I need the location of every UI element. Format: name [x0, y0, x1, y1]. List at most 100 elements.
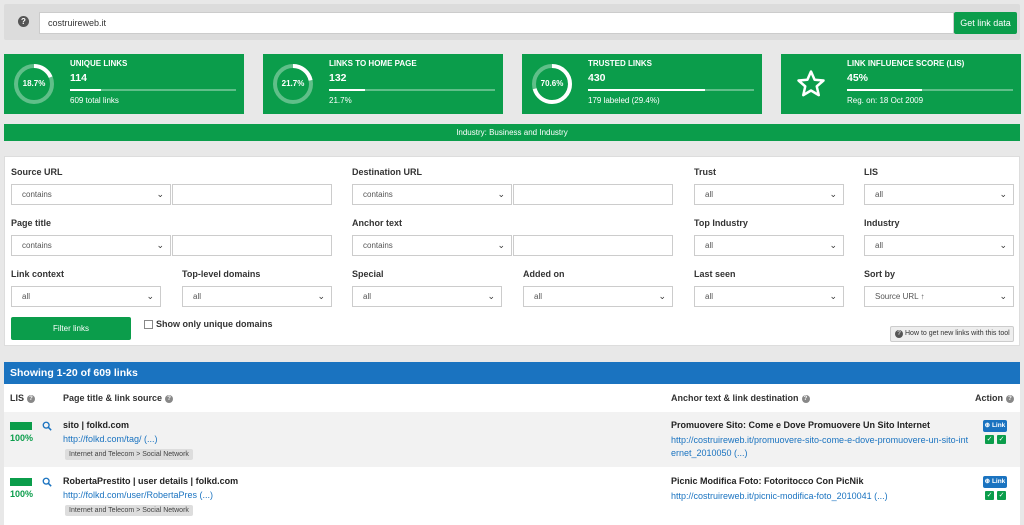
card-subtext: Reg. on: 18 Oct 2009	[847, 96, 924, 105]
industry-label: Industry	[864, 218, 900, 228]
chevron-down-icon: ⌄	[317, 291, 325, 301]
source-link[interactable]: http://folkd.com/tag/ (...)	[63, 434, 158, 444]
ring-percent-label: 21.7%	[281, 79, 305, 88]
get-link-data-button[interactable]: Get link data	[954, 12, 1017, 34]
column-label: Page title & link source	[63, 393, 163, 403]
chevron-down-icon: ⌄	[999, 291, 1007, 301]
link-context-label: Link context	[11, 269, 65, 279]
help-icon: ?	[801, 394, 810, 403]
top-level-domains-select[interactable]: all ⌄	[182, 286, 332, 307]
special-label: Special	[352, 269, 384, 279]
table-row: 100% RobertaPrestito | user details | fo…	[4, 468, 1020, 523]
special-select[interactable]: all ⌄	[352, 286, 502, 307]
card-label: LINKS TO HOME PAGE	[329, 59, 417, 68]
industry-banner: Industry: Business and Industry	[4, 124, 1020, 141]
chevron-down-icon: ⌄	[829, 240, 837, 250]
chevron-down-icon: ⌄	[999, 240, 1007, 250]
card-subtext: 21.7%	[329, 96, 352, 105]
trusted-links-card: 70.6% TRUSTED LINKS 430 179 labeled (29.…	[522, 54, 762, 114]
page-title: sito | folkd.com	[63, 420, 130, 430]
ring-percent-label: 70.6%	[540, 79, 564, 88]
url-input[interactable]	[39, 12, 954, 34]
table-row: 100% sito | folkd.com http://folkd.com/t…	[4, 412, 1020, 467]
link-action-button[interactable]: ⊕ Link	[983, 476, 1007, 488]
industry-select[interactable]: all ⌄	[864, 235, 1014, 256]
help-icon: ?	[27, 394, 36, 403]
card-label: UNIQUE LINKS	[70, 59, 128, 68]
page-title-input[interactable]	[172, 235, 332, 256]
top-industry-label: Top Industry	[694, 218, 748, 228]
destination-link[interactable]: http://costruireweb.it/promuovere-sito-c…	[671, 434, 969, 460]
filters-panel: Source URL contains ⌄ Destination URL con…	[4, 156, 1020, 346]
lis-label: LIS	[864, 167, 879, 177]
links-to-home-card: 21.7% LINKS TO HOME PAGE 132 21.7%	[263, 54, 503, 114]
anchor-text-mode-select[interactable]: contains ⌄	[352, 235, 512, 256]
filter-links-button[interactable]: Filter links	[11, 317, 131, 340]
chevron-down-icon: ⌄	[829, 291, 837, 301]
top-industry-select[interactable]: all ⌄	[694, 235, 844, 256]
card-value: 114	[70, 72, 87, 84]
search-icon[interactable]	[42, 477, 52, 487]
check-icon[interactable]: ✓	[985, 435, 994, 444]
sort-by-label: Sort by	[864, 269, 896, 279]
check-icon[interactable]: ✓	[985, 491, 994, 500]
column-page[interactable]: Page title & link source?	[63, 393, 174, 403]
chevron-down-icon: ⌄	[497, 189, 505, 199]
lis-select[interactable]: all ⌄	[864, 184, 1014, 205]
source-link[interactable]: http://folkd.com/user/RobertaPres (...)	[63, 490, 213, 500]
card-progress-bar	[588, 89, 754, 91]
how-to-get-new-links-button[interactable]: ? How to get new links with this tool	[890, 326, 1014, 342]
source-url-input[interactable]	[172, 184, 332, 205]
search-icon[interactable]	[42, 421, 52, 431]
star-icon	[781, 54, 841, 114]
destination-link[interactable]: http://costruireweb.it/picnic-modifica-f…	[671, 490, 969, 503]
chevron-down-icon: ⌄	[487, 291, 495, 301]
sort-by-select[interactable]: Source URL ↑ ⌄	[864, 286, 1014, 307]
chevron-down-icon: ⌄	[829, 189, 837, 199]
page-title-mode-select[interactable]: contains ⌄	[11, 235, 171, 256]
page-title-label: Page title	[11, 218, 52, 228]
card-value: 132	[329, 72, 347, 84]
card-value: 45%	[847, 72, 869, 84]
select-value: all	[534, 292, 543, 301]
select-value: contains	[22, 241, 52, 250]
lis-value: 100%	[10, 433, 34, 443]
check-icon[interactable]: ✓	[997, 435, 1006, 444]
added-on-select[interactable]: all ⌄	[523, 286, 673, 307]
chevron-down-icon: ⌄	[497, 240, 505, 250]
link-action-button[interactable]: ⊕ Link	[983, 420, 1007, 432]
url-search-bar: ? Get link data	[4, 4, 1020, 40]
added-on-label: Added on	[523, 269, 565, 279]
help-icon: ?	[165, 394, 174, 403]
destination-url-mode-select[interactable]: contains ⌄	[352, 184, 512, 205]
category-tag: Internet and Telecom > Social Network	[65, 449, 193, 460]
help-icon: ?	[895, 330, 903, 338]
lis-bar	[10, 422, 32, 430]
trust-select[interactable]: all ⌄	[694, 184, 844, 205]
destination-url-input[interactable]	[513, 184, 673, 205]
anchor-text-input[interactable]	[513, 235, 673, 256]
chevron-down-icon: ⌄	[156, 240, 164, 250]
results-header: Showing 1-20 of 609 links	[4, 362, 1020, 384]
help-icon[interactable]: ?	[18, 16, 29, 27]
chevron-down-icon: ⌄	[156, 189, 164, 199]
last-seen-select[interactable]: all ⌄	[694, 286, 844, 307]
lis-value: 100%	[10, 489, 34, 499]
action-label: Link	[991, 478, 1006, 485]
card-progress-bar	[847, 89, 1013, 91]
check-icon[interactable]: ✓	[997, 491, 1006, 500]
plus-icon: ⊕	[984, 478, 991, 485]
unique-domains-label: Show only unique domains	[156, 319, 273, 329]
top-level-domains-label: Top-level domains	[182, 269, 261, 279]
select-value: contains	[363, 190, 393, 199]
chevron-down-icon: ⌄	[146, 291, 154, 301]
trust-label: Trust	[694, 167, 717, 177]
column-lis[interactable]: LIS?	[10, 393, 36, 403]
unique-links-card: 18.7% UNIQUE LINKS 114 609 total links	[4, 54, 244, 114]
column-label: Action	[975, 393, 1003, 403]
link-context-select[interactable]: all ⌄	[11, 286, 161, 307]
chevron-down-icon: ⌄	[658, 291, 666, 301]
unique-domains-checkbox[interactable]	[144, 320, 153, 329]
source-url-mode-select[interactable]: contains ⌄	[11, 184, 171, 205]
column-anchor[interactable]: Anchor text & link destination?	[671, 393, 810, 403]
